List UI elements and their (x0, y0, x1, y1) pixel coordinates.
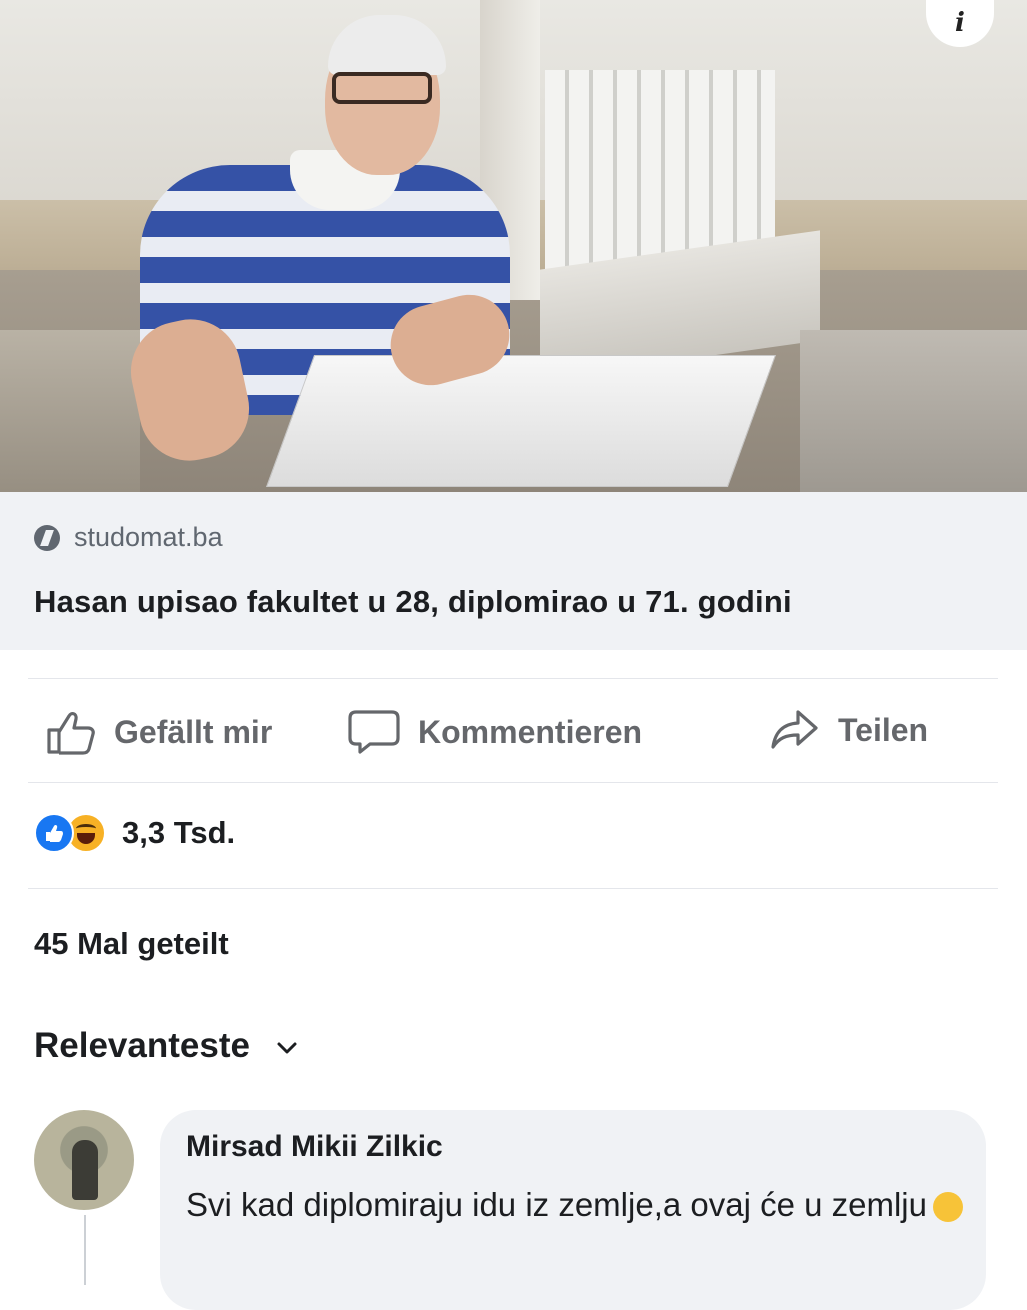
divider (28, 888, 998, 889)
comment-bubble[interactable]: Mirsad Mikii Zilkic Svi kad diplomiraju … (160, 1110, 986, 1310)
share-button-label: Teilen (838, 711, 929, 748)
share-button[interactable]: Teilen (770, 708, 928, 752)
link-headline[interactable]: Hasan upisao fakultet u 28, diplomirao u… (34, 584, 792, 620)
photo-desk-left (0, 330, 140, 492)
post-photo[interactable]: i (0, 0, 1027, 492)
comment-sort-label: Relevanteste (34, 1026, 250, 1065)
thumbs-up-icon (47, 712, 95, 755)
link-source-label: studomat.ba (74, 522, 223, 552)
divider (28, 782, 998, 783)
comment-text-wrap: Svi kad diplomiraju idu iz zemlje,a ovaj… (186, 1178, 976, 1232)
link-preview[interactable]: studomat.ba Hasan upisao fakultet u 28, … (0, 492, 1027, 650)
thumbs-up-icon (46, 824, 63, 842)
comment-button-label: Kommentieren (418, 713, 643, 750)
laughing-emoji-icon (933, 1192, 963, 1223)
comment-sort-dropdown[interactable]: Relevanteste (34, 1026, 298, 1066)
like-reaction-icon (34, 813, 74, 853)
share-count[interactable]: 45 Mal geteilt (34, 926, 229, 962)
comment-author[interactable]: Mirsad Mikii Zilkic (186, 1130, 443, 1164)
action-bar: Gefällt mir Kommentieren Teilen (0, 690, 1027, 770)
chevron-down-icon (277, 1042, 297, 1054)
divider (28, 678, 998, 679)
photo-person-glasses (332, 72, 432, 104)
photo-desk-right (800, 330, 1027, 492)
reaction-count: 3,3 Tsd. (122, 815, 236, 850)
comment-bubble-icon (348, 710, 400, 754)
like-button-label: Gefällt mir (114, 713, 273, 750)
comment-button[interactable]: Kommentieren (348, 708, 642, 756)
share-arrow-icon (771, 710, 818, 749)
link-source: studomat.ba (34, 522, 223, 553)
link-shield-icon (34, 524, 60, 551)
reactions-summary[interactable]: 3,3 Tsd. (34, 813, 235, 853)
thread-line (84, 1215, 86, 1285)
photo-book (265, 355, 777, 487)
avatar[interactable] (34, 1110, 134, 1210)
avatar-figure (72, 1140, 98, 1200)
comment-text: Svi kad diplomiraju idu iz zemlje,a ovaj… (186, 1186, 927, 1223)
like-button[interactable]: Gefällt mir (46, 708, 272, 756)
